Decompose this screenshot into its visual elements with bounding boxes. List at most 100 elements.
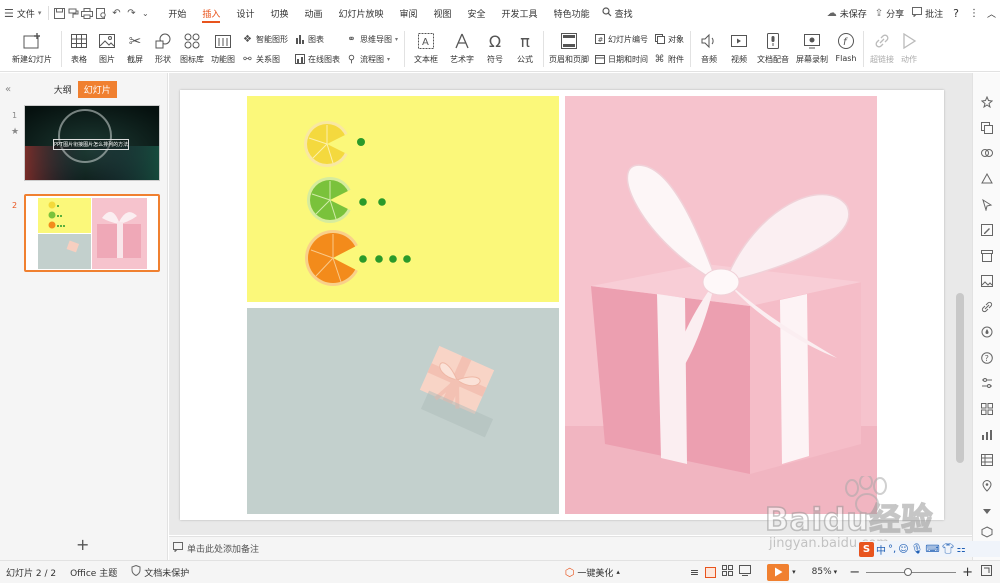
beautify-icon[interactable]	[980, 95, 994, 109]
zoom-out-button[interactable]: −	[849, 565, 860, 580]
current-slide[interactable]	[180, 90, 944, 520]
protection-status[interactable]: 文档未保护	[144, 566, 189, 579]
bar-stats-icon[interactable]	[980, 428, 994, 442]
flash-button[interactable]: f Flash	[832, 29, 860, 69]
slide-number-button[interactable]: # 幻灯片编号	[594, 32, 648, 46]
slide-thumbnail-2[interactable]	[24, 194, 160, 272]
cube-icon[interactable]	[980, 525, 994, 539]
picture-button[interactable]: 图片	[93, 29, 121, 69]
header-footer-button[interactable]: 页眉和页脚	[547, 29, 591, 69]
fit-window-icon[interactable]	[981, 565, 992, 579]
tab-insert[interactable]: 插入	[194, 0, 228, 26]
file-menu[interactable]: ☰ 文件 ▾	[0, 0, 45, 26]
shape-button[interactable]: 形状	[149, 29, 177, 69]
table-grid-icon[interactable]	[980, 453, 994, 467]
archive-icon[interactable]	[980, 249, 994, 263]
textbox-button[interactable]: A 文本框	[408, 29, 444, 69]
location-pin-icon[interactable]	[980, 479, 994, 493]
attachment-button[interactable]: ⌘ 附件	[654, 52, 685, 66]
mindmap-button[interactable]: ⚭ 思维导图 ▾	[346, 32, 398, 46]
undo-icon[interactable]: ↶	[108, 6, 124, 20]
audio-button[interactable]: 音频	[694, 29, 724, 69]
datetime-button[interactable]: 日期和时间	[594, 52, 648, 66]
screenshot-button[interactable]: ✂ 截屏	[121, 29, 149, 69]
zoom-slider[interactable]	[866, 566, 957, 578]
link-panel-icon[interactable]	[980, 300, 994, 314]
collapse-ribbon-icon[interactable]: ︿	[983, 0, 1000, 26]
select-pane-icon[interactable]	[980, 198, 994, 212]
collapse-panel-icon[interactable]: «	[5, 84, 11, 95]
ime-toolbar[interactable]: S 中 °, ☺ 🎙︎ ⌨ 👕︎ ⚏	[857, 541, 1000, 557]
help-circle-icon[interactable]: ?	[980, 351, 994, 365]
chevron-down-icon[interactable]: ▾	[834, 568, 838, 576]
screen-record-button[interactable]: 屏幕录制	[792, 29, 832, 69]
action-button[interactable]: 动作	[897, 29, 921, 69]
slide-thumbnail-1[interactable]: PPT图片衔接图片怎么排列的方法	[24, 105, 160, 181]
redo-icon[interactable]: ↷	[124, 6, 138, 20]
zoom-slider-handle[interactable]	[904, 568, 913, 576]
vertical-scrollbar[interactable]	[956, 293, 964, 463]
video-button[interactable]: 视频	[724, 29, 754, 69]
table-button[interactable]: 表格	[65, 29, 93, 69]
grid-apps-icon[interactable]	[980, 402, 994, 416]
search-box[interactable]: 查找	[598, 0, 637, 26]
tab-developer[interactable]: 开发工具	[494, 0, 546, 26]
formula-button[interactable]: π 公式	[510, 29, 540, 69]
slide-sorter-icon[interactable]	[722, 565, 734, 579]
save-icon[interactable]	[52, 6, 66, 20]
function-chart-button[interactable]: 功能图	[207, 29, 239, 69]
help-button[interactable]: ?	[947, 0, 965, 26]
fill-icon[interactable]	[980, 172, 994, 186]
one-click-beautify[interactable]: 一键美化	[577, 566, 613, 579]
notes-toggle-icon[interactable]: ≡	[690, 566, 699, 579]
reading-view-icon[interactable]	[739, 565, 752, 579]
unsaved-button[interactable]: ☁ 未保存	[823, 0, 871, 26]
tab-security[interactable]: 安全	[460, 0, 494, 26]
object-button[interactable]: 对象	[654, 32, 684, 46]
slideshow-play-button[interactable]	[767, 563, 790, 581]
tab-animations[interactable]: 动画	[296, 0, 330, 26]
tab-view[interactable]: 视图	[426, 0, 460, 26]
add-slide-button[interactable]: +	[76, 535, 89, 554]
tab-outline[interactable]: 大纲	[48, 81, 78, 98]
shape-effects-icon[interactable]	[980, 146, 994, 160]
relation-button[interactable]: ⚯ 关系图	[242, 52, 288, 66]
tab-home[interactable]: 开始	[160, 0, 194, 26]
large-gift-photo[interactable]	[565, 96, 877, 514]
collapse-pane-icon[interactable]	[980, 504, 994, 518]
zoom-level[interactable]: 85%	[812, 567, 832, 577]
theme-name[interactable]: Office 主题	[70, 566, 117, 579]
online-chart-button[interactable]: 在线图表	[294, 52, 340, 66]
more-options-icon[interactable]: ⋮	[965, 0, 983, 26]
zoom-in-button[interactable]: +	[962, 565, 973, 580]
print-icon[interactable]	[80, 6, 94, 20]
copy-layout-icon[interactable]	[980, 121, 994, 135]
image-icon[interactable]	[980, 274, 994, 288]
narration-button[interactable]: 文档配音	[754, 29, 792, 69]
normal-view-icon[interactable]	[705, 566, 717, 578]
share-button[interactable]: ⇪ 分享	[871, 0, 908, 26]
small-gift-photo[interactable]	[247, 308, 559, 514]
sliders-icon[interactable]	[980, 376, 994, 390]
flowchart-button[interactable]: ⚲ 流程图 ▾	[346, 52, 398, 66]
symbol-button[interactable]: Ω 符号	[480, 29, 510, 69]
comment-button[interactable]: 批注	[908, 0, 947, 26]
chevron-down-icon[interactable]: ▾	[792, 568, 796, 576]
edit-icon[interactable]	[980, 223, 994, 237]
format-painter-icon[interactable]	[66, 6, 80, 20]
tab-transitions[interactable]: 切换	[262, 0, 296, 26]
tab-slideshow[interactable]: 幻灯片放映	[330, 0, 391, 26]
chart-button[interactable]: 图表	[294, 32, 340, 46]
hyperlink-button[interactable]: 超链接	[867, 29, 897, 69]
tab-special-features[interactable]: 特色功能	[546, 0, 598, 26]
customize-quick-access-icon[interactable]: ⌄	[138, 6, 152, 20]
tab-slides[interactable]: 幻灯片	[77, 80, 117, 98]
citrus-photo[interactable]	[247, 96, 559, 302]
water-drop-icon[interactable]	[980, 325, 994, 339]
print-preview-icon[interactable]	[94, 6, 108, 20]
tab-design[interactable]: 设计	[228, 0, 262, 26]
icon-library-button[interactable]: 图标库	[177, 29, 207, 69]
smart-art-button[interactable]: ❖ 智能图形	[242, 32, 288, 46]
art-text-button[interactable]: 艺术字	[444, 29, 480, 69]
new-slide-button[interactable]: 新建幻灯片	[6, 29, 58, 69]
